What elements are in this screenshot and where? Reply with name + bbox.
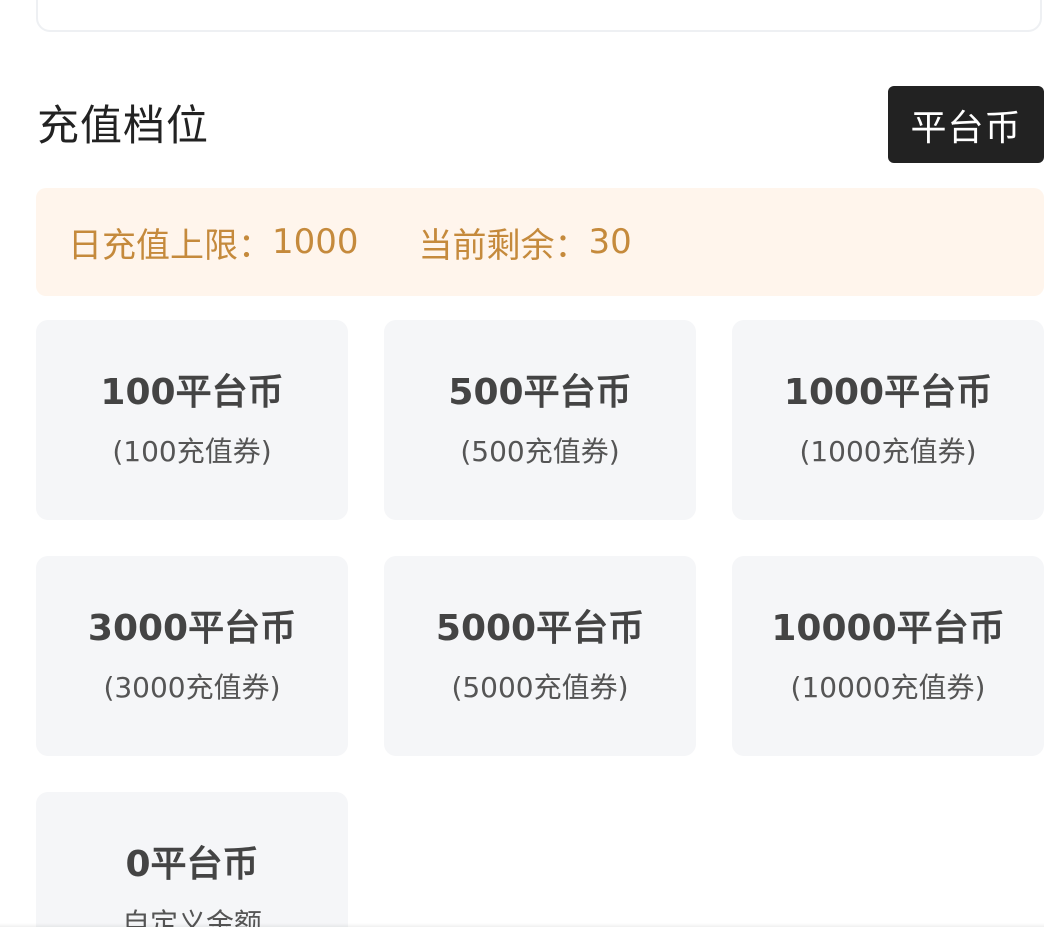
tier-option-5000[interactable]: 5000平台币 (5000充值券) bbox=[384, 556, 696, 756]
tier-option-100[interactable]: 100平台币 (100充值券) bbox=[36, 320, 348, 520]
tier-amount: 500平台币 bbox=[448, 372, 632, 413]
tier-voucher: (10000充值券) bbox=[790, 671, 986, 704]
currency-button[interactable]: 平台币 bbox=[888, 86, 1044, 163]
top-card bbox=[36, 0, 1042, 32]
tier-amount: 0平台币 bbox=[125, 844, 259, 885]
recharge-limit-banner: 日充值上限： 1000 当前剩余： 30 bbox=[36, 188, 1044, 296]
daily-limit-value: 1000 bbox=[272, 222, 359, 262]
remaining-limit: 当前剩余： 30 bbox=[419, 218, 632, 267]
tier-option-3000[interactable]: 3000平台币 (3000充值券) bbox=[36, 556, 348, 756]
tier-voucher: (100充值券) bbox=[112, 435, 272, 468]
tier-voucher: (5000充值券) bbox=[451, 671, 629, 704]
tier-voucher: (3000充值券) bbox=[103, 671, 281, 704]
tier-option-10000[interactable]: 10000平台币 (10000充值券) bbox=[732, 556, 1044, 756]
daily-limit: 日充值上限： 1000 bbox=[68, 218, 359, 267]
tier-voucher: (1000充值券) bbox=[799, 435, 977, 468]
tier-amount: 1000平台币 bbox=[783, 372, 993, 413]
remaining-value: 30 bbox=[588, 222, 632, 262]
remaining-label: 当前剩余： bbox=[418, 225, 589, 266]
tier-amount: 10000平台币 bbox=[771, 608, 1005, 649]
tier-amount: 3000平台币 bbox=[87, 608, 297, 649]
tier-option-custom[interactable]: 0平台币 自定义金额 bbox=[36, 792, 348, 927]
tier-amount: 5000平台币 bbox=[435, 608, 645, 649]
daily-limit-label: 日充值上限： bbox=[68, 225, 272, 266]
tier-amount: 100平台币 bbox=[100, 372, 284, 413]
section-title: 充值档位 bbox=[37, 101, 210, 150]
tier-option-1000[interactable]: 1000平台币 (1000充值券) bbox=[732, 320, 1044, 520]
tier-voucher: (500充值券) bbox=[460, 435, 620, 468]
bottom-edge-shadow bbox=[0, 923, 1044, 927]
tier-option-500[interactable]: 500平台币 (500充值券) bbox=[384, 320, 696, 520]
